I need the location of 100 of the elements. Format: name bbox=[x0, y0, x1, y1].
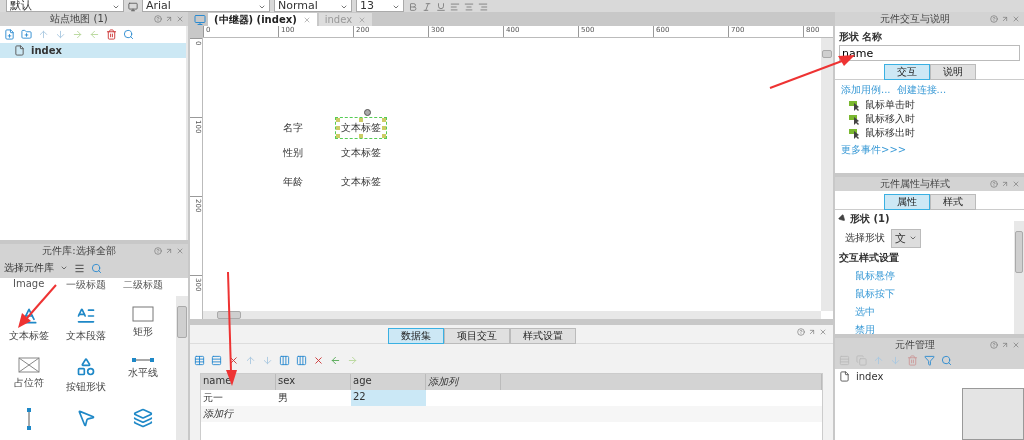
panel-tab[interactable]: 属性 bbox=[883, 193, 930, 210]
italic-icon[interactable] bbox=[422, 2, 432, 12]
panel-tab[interactable]: 样式 bbox=[929, 193, 976, 210]
horizontal-line-icon[interactable] bbox=[132, 357, 155, 363]
add-column-icon[interactable] bbox=[279, 355, 290, 366]
up-arrow-icon[interactable] bbox=[38, 29, 49, 40]
up-arrow-icon[interactable] bbox=[245, 355, 256, 366]
event-item[interactable]: 鼠标移出时 bbox=[865, 126, 915, 140]
column-header[interactable]: name bbox=[201, 374, 276, 390]
widget-label: Image bbox=[12, 278, 46, 291]
add-row-cell[interactable]: 添加行 bbox=[201, 406, 822, 422]
shapes-icon[interactable] bbox=[76, 357, 96, 377]
font-dropdown[interactable]: Arial bbox=[142, 0, 270, 12]
close-icon[interactable] bbox=[1012, 341, 1020, 350]
table-cell[interactable]: 元一 bbox=[201, 390, 276, 406]
scrollbar[interactable] bbox=[176, 296, 188, 440]
column-header[interactable]: sex bbox=[276, 374, 351, 390]
widget-item[interactable]: index bbox=[835, 369, 1024, 385]
text-label-widget[interactable]: 文本标签 bbox=[335, 171, 387, 193]
page-name: index bbox=[31, 45, 62, 56]
insert-column-icon[interactable] bbox=[296, 355, 307, 366]
help-icon[interactable] bbox=[990, 341, 998, 350]
close-icon[interactable] bbox=[176, 247, 184, 255]
search-icon[interactable] bbox=[123, 29, 134, 40]
down-arrow-icon[interactable] bbox=[262, 355, 273, 366]
help-icon[interactable] bbox=[154, 15, 162, 23]
add-page-icon[interactable] bbox=[4, 29, 15, 40]
table-cell[interactable]: 男 bbox=[276, 390, 351, 406]
event-item[interactable]: 鼠标移入时 bbox=[865, 112, 915, 126]
field-label: 形状 名称 bbox=[838, 30, 884, 44]
add-rows-icon[interactable] bbox=[194, 355, 205, 366]
close-icon[interactable] bbox=[1012, 15, 1020, 23]
column-header[interactable]: age bbox=[351, 374, 426, 390]
help-icon[interactable] bbox=[797, 328, 805, 336]
popout-icon[interactable] bbox=[1001, 341, 1009, 350]
panel-tab[interactable]: 交互 bbox=[883, 64, 930, 80]
vertical-line-icon[interactable] bbox=[25, 408, 32, 430]
align-right-icon[interactable] bbox=[478, 2, 488, 12]
close-icon[interactable] bbox=[302, 15, 311, 24]
bold-icon[interactable] bbox=[408, 2, 418, 12]
delete-column-icon[interactable] bbox=[313, 355, 324, 366]
filter-icon[interactable] bbox=[924, 355, 935, 367]
scrollbar[interactable] bbox=[1014, 220, 1024, 335]
canvas-text: 性别 bbox=[283, 146, 303, 160]
popout-icon[interactable] bbox=[165, 247, 173, 255]
event-item[interactable]: 鼠标单击时 bbox=[865, 98, 915, 112]
menu-icon[interactable] bbox=[74, 262, 85, 274]
right-arrow-icon[interactable] bbox=[72, 29, 83, 40]
left-arrow-icon[interactable] bbox=[89, 29, 100, 40]
section-title: 交互样式设置 bbox=[839, 250, 899, 265]
pointer-icon[interactable] bbox=[76, 408, 96, 428]
panel-tab[interactable]: 项目交互 bbox=[443, 328, 510, 344]
table-cell[interactable]: 22 bbox=[351, 390, 426, 406]
scrollbar[interactable] bbox=[821, 38, 833, 311]
up-arrow-icon[interactable] bbox=[873, 355, 884, 367]
align-center-icon[interactable] bbox=[464, 2, 474, 12]
close-icon[interactable] bbox=[358, 15, 367, 24]
help-icon[interactable] bbox=[990, 15, 998, 23]
tree-icon[interactable] bbox=[839, 355, 850, 367]
scrollbar[interactable] bbox=[203, 311, 821, 319]
size-dropdown[interactable]: 13 bbox=[356, 0, 404, 12]
insert-row-icon[interactable] bbox=[211, 355, 222, 366]
help-icon[interactable] bbox=[154, 247, 162, 255]
text-label-widget[interactable]: 文本标签 bbox=[335, 117, 387, 139]
align-left-icon[interactable] bbox=[450, 2, 460, 12]
close-icon[interactable] bbox=[176, 15, 184, 23]
shape-dropdown[interactable]: 文 bbox=[891, 228, 921, 248]
popout-icon[interactable] bbox=[1001, 15, 1009, 23]
panel-tab[interactable]: 样式设置 bbox=[509, 328, 576, 344]
caret-icon[interactable] bbox=[60, 264, 68, 272]
search-icon[interactable] bbox=[91, 262, 102, 274]
close-icon[interactable] bbox=[819, 328, 827, 336]
expand-icon[interactable] bbox=[837, 213, 848, 224]
weight-dropdown[interactable]: Normal bbox=[274, 0, 352, 12]
text-label-widget[interactable]: 文本标签 bbox=[335, 142, 387, 164]
right-arrow-icon[interactable] bbox=[347, 355, 358, 366]
search-icon[interactable] bbox=[941, 355, 952, 367]
underline-icon[interactable] bbox=[436, 2, 446, 12]
panel-tab[interactable]: 数据集 bbox=[387, 328, 444, 344]
down-arrow-icon[interactable] bbox=[890, 355, 901, 367]
popout-icon[interactable] bbox=[808, 328, 816, 336]
left-arrow-icon[interactable] bbox=[330, 355, 341, 366]
rectangle-icon[interactable] bbox=[132, 306, 155, 322]
add-folder-icon[interactable] bbox=[21, 29, 32, 40]
popout-icon[interactable] bbox=[1001, 179, 1009, 188]
panel-tab[interactable]: 说明 bbox=[929, 64, 976, 80]
delete-icon[interactable] bbox=[106, 29, 117, 40]
page-item[interactable]: index bbox=[0, 43, 188, 58]
help-icon[interactable] bbox=[990, 179, 998, 188]
popout-icon[interactable] bbox=[165, 15, 173, 23]
style-dropdown[interactable]: 默认 bbox=[6, 0, 124, 12]
down-arrow-icon[interactable] bbox=[55, 29, 66, 40]
placeholder-icon[interactable] bbox=[17, 357, 40, 373]
document-tab[interactable]: (中继器) (index) bbox=[208, 13, 317, 26]
close-icon[interactable] bbox=[1012, 179, 1020, 188]
column-header[interactable]: 添加列 bbox=[426, 374, 501, 390]
paragraph-icon[interactable] bbox=[76, 306, 96, 326]
rotation-handle-icon[interactable] bbox=[364, 109, 371, 116]
library-selector[interactable]: 选择元件库 bbox=[4, 261, 54, 275]
layers-icon[interactable] bbox=[133, 408, 154, 428]
